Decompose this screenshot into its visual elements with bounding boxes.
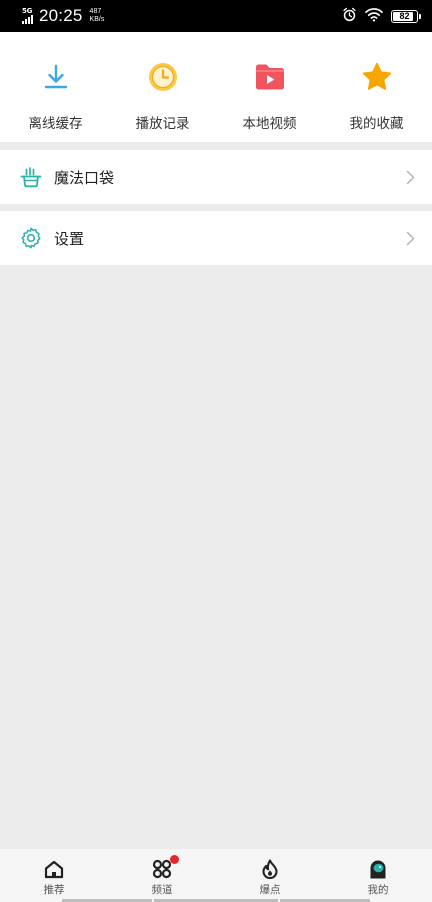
- tab-recommend[interactable]: 推荐: [0, 849, 108, 902]
- network-type: 5G: [22, 7, 33, 15]
- profile-icon: [367, 858, 389, 880]
- quick-actions: 离线缓存 播放记录 本地视频 我的收藏: [0, 32, 432, 142]
- battery-level: 82: [399, 11, 410, 21]
- notification-badge: [170, 855, 179, 864]
- home-icon: [43, 858, 65, 880]
- status-right: 82: [342, 7, 421, 26]
- settings-label: 设置: [54, 229, 85, 248]
- chevron-right-icon: [404, 169, 416, 185]
- tab-hot[interactable]: 爆点: [216, 849, 324, 902]
- status-time: 20:25: [39, 6, 83, 25]
- clock-icon: [146, 60, 180, 94]
- fire-icon: [259, 858, 281, 880]
- play-history-button[interactable]: 播放记录: [110, 32, 215, 142]
- tab-channel[interactable]: 频道: [108, 849, 216, 902]
- cellular-signal-icon: 5G: [22, 8, 33, 24]
- offline-cache-label: 离线缓存: [28, 116, 83, 132]
- magic-pocket-label: 魔法口袋: [54, 168, 115, 187]
- magic-pocket-row[interactable]: 魔法口袋: [0, 150, 432, 204]
- bottom-tab-bar: 推荐 频道 爆点 我的: [0, 849, 432, 902]
- alarm-icon: [342, 7, 357, 26]
- local-video-button[interactable]: 本地视频: [217, 32, 322, 142]
- status-bar: 5G 20:25 487 KB/s 82: [0, 0, 432, 32]
- battery-icon: 82: [391, 9, 421, 23]
- tab-hot-label: 爆点: [259, 884, 281, 896]
- local-video-label: 本地视频: [242, 116, 297, 132]
- video-folder-icon: [253, 60, 287, 94]
- my-favorites-label: 我的收藏: [349, 116, 404, 132]
- tab-mine[interactable]: 我的: [324, 849, 432, 902]
- star-icon: [360, 60, 394, 94]
- settings-row[interactable]: 设置: [0, 211, 432, 265]
- status-left: 5G 20:25 487 KB/s: [22, 6, 104, 26]
- net-speed-value: 487: [89, 8, 102, 15]
- tab-mine-label: 我的: [367, 884, 389, 896]
- net-speed-unit: KB/s: [89, 16, 105, 23]
- tab-channel-label: 频道: [151, 884, 173, 896]
- wifi-icon: [365, 7, 383, 26]
- chevron-right-icon: [404, 230, 416, 246]
- channel-icon: [151, 855, 179, 880]
- magic-hat-icon: [18, 164, 44, 190]
- net-speed: 487 KB/s: [90, 8, 105, 24]
- tab-recommend-label: 推荐: [43, 884, 65, 896]
- offline-cache-button[interactable]: 离线缓存: [3, 32, 108, 142]
- download-icon: [39, 60, 73, 94]
- my-favorites-button[interactable]: 我的收藏: [324, 32, 429, 142]
- play-history-label: 播放记录: [135, 116, 190, 132]
- gear-icon: [18, 225, 44, 251]
